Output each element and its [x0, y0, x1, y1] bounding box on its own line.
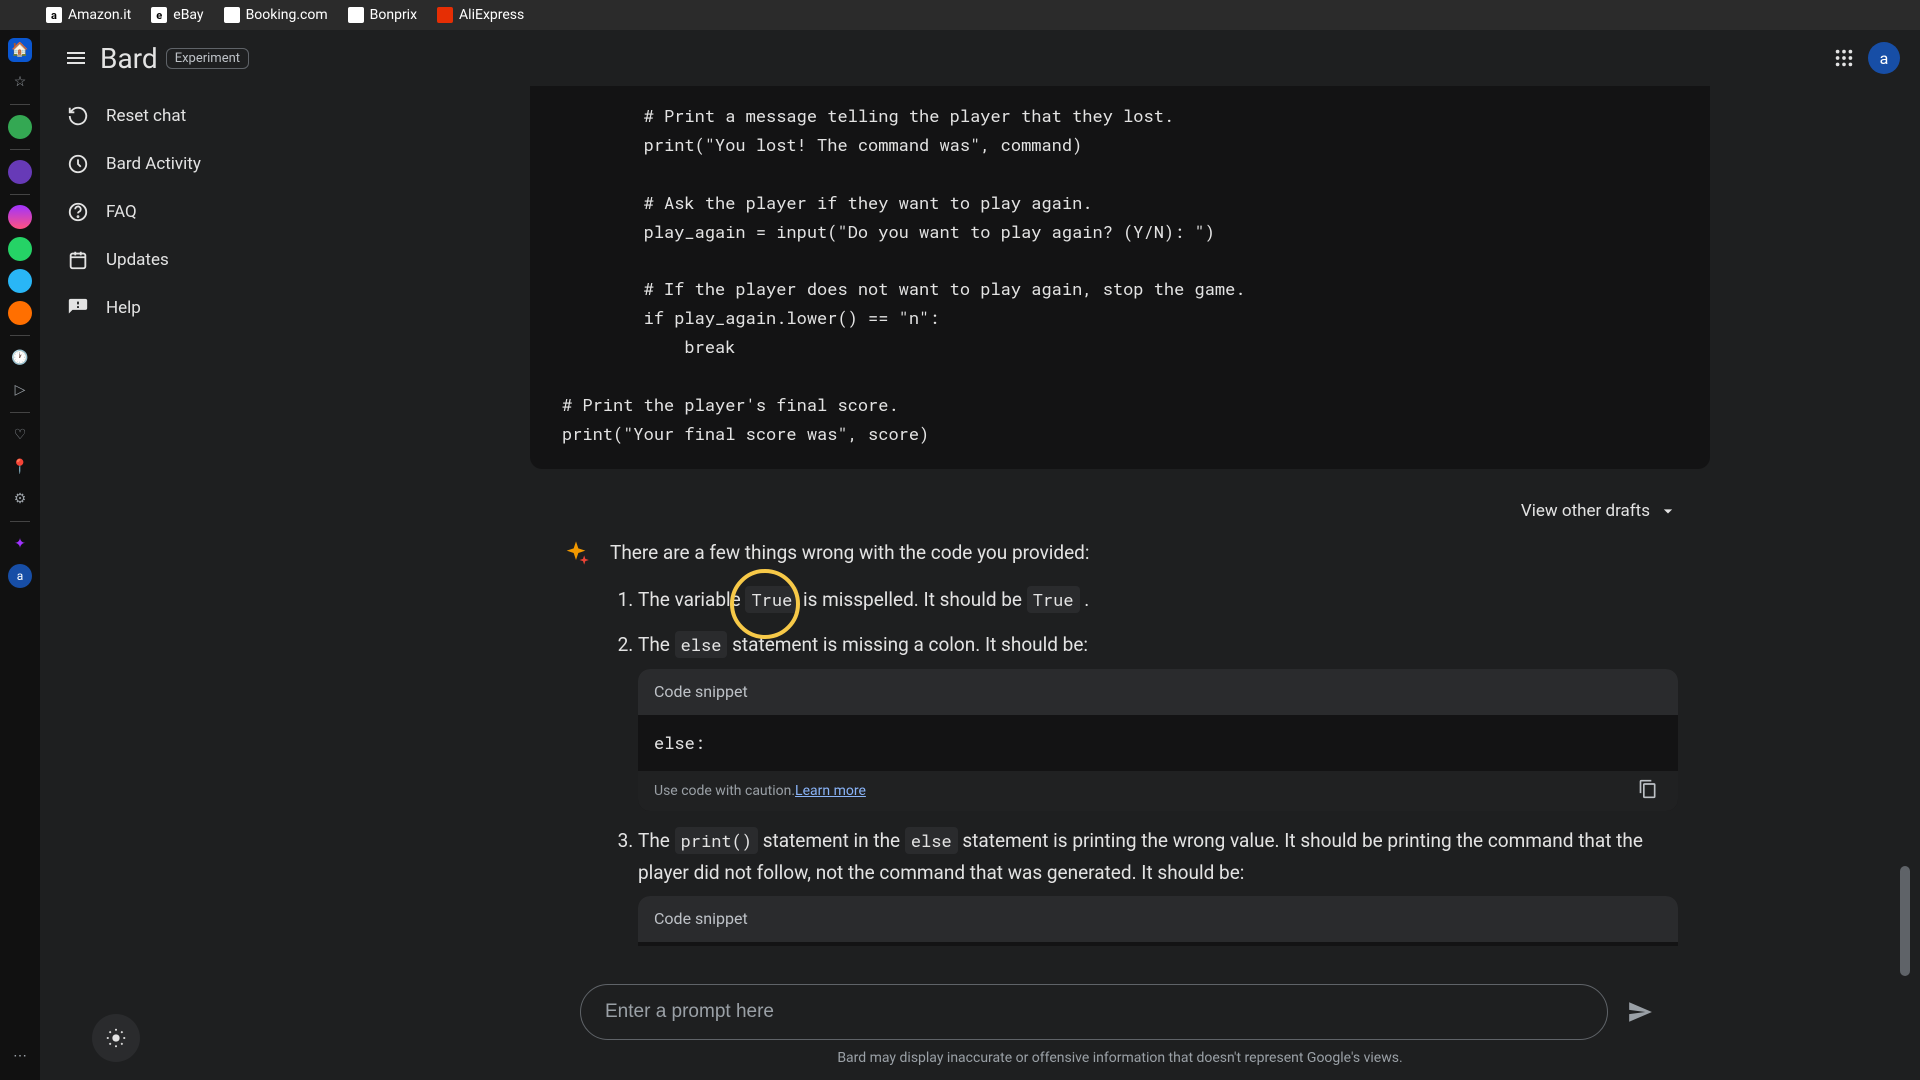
theme-toggle[interactable] [92, 1014, 140, 1062]
browser-bookmarks-bar: aAmazon.it eeBay Booking.com Bonprix Ali… [0, 0, 1920, 30]
dock-home-icon[interactable]: 🏠 [8, 38, 32, 62]
view-drafts-button[interactable]: View other drafts [1521, 501, 1678, 521]
dock-settings-icon[interactable]: ⚙ [8, 487, 32, 511]
list-item: The variable True is misspelled. It shou… [638, 584, 1678, 615]
dock-heart-icon[interactable]: ♡ [8, 423, 32, 447]
app-logo[interactable]: Bard [100, 42, 158, 75]
sidebar: Reset chat Bard Activity FAQ Updates Hel… [40, 86, 320, 1080]
snippet-header: Code snippet [638, 669, 1678, 715]
sidebar-help[interactable]: Help [52, 286, 308, 330]
app-header: Bard Experiment a [40, 30, 1920, 86]
sidebar-label: Updates [106, 250, 169, 270]
prompt-input-container[interactable] [580, 984, 1608, 1040]
dock-whatsapp-icon[interactable] [8, 237, 32, 261]
bookmark-bonprix[interactable]: Bonprix [348, 7, 417, 23]
experiment-badge: Experiment [166, 48, 249, 69]
dock-clock-icon[interactable]: 🕐 [8, 346, 32, 370]
dock-messenger-icon[interactable] [8, 205, 32, 229]
hamburger-icon [64, 46, 88, 70]
bookmark-aliexpress[interactable]: AliExpress [437, 7, 524, 23]
response-intro: There are a few things wrong with the co… [610, 537, 1678, 568]
vertical-dock: 🏠 ☆ 🕐 ▷ ♡ 📍 ⚙ ✦ a ⋯ [0, 30, 40, 1080]
calendar-icon [66, 248, 90, 272]
inline-code: else [675, 631, 728, 658]
send-icon [1627, 999, 1653, 1025]
scrollbar-thumb[interactable] [1900, 866, 1910, 976]
input-area: Bard may display inaccurate or offensive… [580, 984, 1660, 1066]
sidebar-label: FAQ [106, 202, 137, 222]
sidebar-faq[interactable]: FAQ [52, 190, 308, 234]
sidebar-activity[interactable]: Bard Activity [52, 142, 308, 186]
code-snippet: Code snippet else: Use code with caution… [638, 669, 1678, 811]
snippet-code: print("You did not follow the command! T… [638, 942, 1678, 946]
snippet-code: else: [638, 715, 1678, 771]
dock-star-icon[interactable]: ☆ [8, 70, 32, 94]
disclaimer-text: Bard may display inaccurate or offensive… [837, 1050, 1402, 1066]
google-apps-button[interactable] [1824, 38, 1864, 78]
bookmark-ebay[interactable]: eeBay [151, 7, 203, 23]
dock-app1-icon[interactable] [8, 115, 32, 139]
dock-app3-icon[interactable] [8, 301, 32, 325]
dock-sparkle-icon[interactable]: ✦ [8, 532, 32, 556]
sidebar-updates[interactable]: Updates [52, 238, 308, 282]
reset-icon [66, 104, 90, 128]
user-code-block: # Print a message telling the player tha… [530, 86, 1710, 469]
sidebar-label: Help [106, 298, 141, 318]
dock-telegram-icon[interactable] [8, 269, 32, 293]
snippet-footer: Use code with caution. Learn more [638, 771, 1678, 811]
dock-app2-icon[interactable] [8, 160, 32, 184]
list-item: The print() statement in the else statem… [638, 825, 1678, 946]
sidebar-reset-chat[interactable]: Reset chat [52, 94, 308, 138]
inline-code: else [905, 827, 958, 854]
prompt-input[interactable] [605, 1001, 1583, 1023]
bookmark-amazon[interactable]: aAmazon.it [46, 7, 131, 23]
sun-icon [105, 1027, 127, 1049]
help-icon [66, 200, 90, 224]
dock-pin-icon[interactable]: 📍 [8, 455, 32, 479]
history-icon [66, 152, 90, 176]
bookmark-booking[interactable]: Booking.com [224, 7, 328, 23]
snippet-header: Code snippet [638, 896, 1678, 942]
inline-code: print() [675, 827, 758, 854]
bard-spark-icon [562, 539, 590, 567]
menu-button[interactable] [56, 38, 96, 78]
code-snippet: Code snippet print("You did not follow t… [638, 896, 1678, 946]
main-content: # Print a message telling the player tha… [320, 86, 1920, 1080]
send-button[interactable] [1620, 992, 1660, 1032]
dock-send-icon[interactable]: ▷ [8, 378, 32, 402]
inline-code: True [1027, 586, 1080, 613]
list-item: The else statement is missing a colon. I… [638, 629, 1678, 811]
dock-more-icon[interactable]: ⋯ [8, 1044, 32, 1068]
apps-grid-icon [1833, 47, 1855, 69]
sidebar-label: Reset chat [106, 106, 186, 126]
response-block: View other drafts There are a few things… [530, 493, 1710, 946]
profile-avatar[interactable]: a [1864, 38, 1904, 78]
learn-more-link[interactable]: Learn more [795, 780, 866, 803]
chevron-down-icon [1658, 501, 1678, 521]
inline-code: True [745, 586, 798, 613]
sidebar-label: Bard Activity [106, 154, 201, 174]
dock-avatar-icon[interactable]: a [8, 564, 32, 588]
copy-button[interactable] [1638, 779, 1662, 803]
feedback-icon [66, 296, 90, 320]
